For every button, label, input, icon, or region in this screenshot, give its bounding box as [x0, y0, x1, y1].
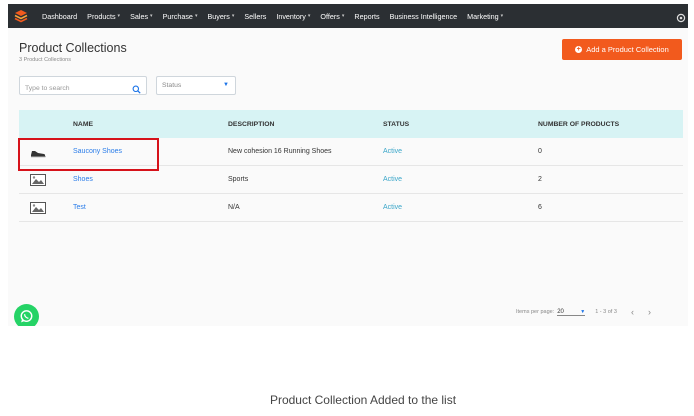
nav-item-label: Sellers	[244, 11, 267, 21]
table-row[interactable]: Test N/A Active 6	[19, 194, 683, 222]
nav-item-dashboard[interactable]: Dashboard	[42, 12, 77, 21]
row-thumbnail	[19, 201, 73, 214]
items-per-page-label: Items per page:	[516, 309, 555, 315]
nav-item-label: Reports	[354, 11, 380, 21]
status-filter-label: Status	[162, 82, 182, 89]
nav-menu: Dashboard Products ▾ Sales ▾ Purchase ▾ Buyers ▾…	[42, 12, 513, 21]
page-range: 1 - 3 of 3	[595, 309, 617, 315]
status-badge: Active	[383, 148, 403, 155]
top-navbar: Dashboard Products ▾ Sales ▾ Purchase ▾ Buyers ▾…	[8, 4, 688, 28]
chevron-down-icon: ▾	[194, 13, 198, 19]
nav-item-reports[interactable]: Reports	[354, 12, 379, 21]
nav-item-label: Business Intelligence	[389, 11, 458, 21]
highlight-box	[18, 138, 159, 171]
nav-item-label: Sales	[130, 11, 149, 21]
add-product-collection-button[interactable]: + Add a Product Collection	[562, 39, 682, 60]
product-count: 2	[538, 176, 542, 183]
chevron-down-icon: ▼	[223, 82, 229, 88]
product-count: 0	[538, 148, 542, 155]
nav-item-inventory[interactable]: Inventory ▾	[276, 12, 310, 21]
nav-item-label: Offers	[320, 11, 340, 21]
previous-page-icon[interactable]: ‹	[631, 307, 634, 317]
column-header-status[interactable]: STATUS	[383, 121, 538, 128]
settings-gear-icon[interactable]	[676, 10, 686, 23]
collection-description: New cohesion 16 Running Shoes	[228, 148, 332, 155]
row-thumbnail	[19, 173, 73, 186]
collection-name-link[interactable]: Test	[73, 204, 228, 211]
next-page-icon[interactable]: ›	[648, 307, 651, 317]
collection-name-link[interactable]: Shoes	[73, 176, 228, 183]
collection-description: Sports	[228, 176, 249, 183]
nav-item-label: Inventory	[276, 11, 306, 21]
search-icon[interactable]	[132, 81, 141, 94]
status-badge: Active	[383, 176, 403, 183]
nav-item-buyers[interactable]: Buyers ▾	[207, 12, 234, 21]
pagination: Items per page: 20 ▼ 1 - 3 of 3 ‹ ›	[516, 307, 651, 317]
status-badge: Active	[383, 204, 403, 211]
items-per-page-select[interactable]: 20 ▼	[557, 308, 586, 316]
collection-description: N/A	[228, 204, 240, 211]
chevron-down-icon: ▾	[117, 13, 121, 19]
items-per-page-value: 20	[557, 308, 564, 315]
nav-item-products[interactable]: Products ▾	[87, 12, 120, 21]
search-input[interactable]	[20, 80, 120, 97]
search-box	[19, 76, 147, 97]
table-header: NAME DESCRIPTION STATUS NUMBER OF PRODUC…	[19, 110, 683, 138]
nav-item-label: Purchase	[162, 11, 193, 21]
chevron-down-icon: ▾	[341, 13, 345, 19]
nav-item-sales[interactable]: Sales ▾	[130, 12, 153, 21]
collection-count: 3 Product Collections	[19, 57, 71, 63]
image-placeholder-icon	[30, 201, 46, 214]
nav-item-purchase[interactable]: Purchase ▾	[163, 12, 198, 21]
nav-item-label: Dashboard	[42, 11, 78, 21]
nav-item-label: Marketing	[467, 11, 499, 21]
chevron-down-icon: ▾	[500, 13, 504, 19]
chevron-down-icon: ▼	[580, 308, 586, 315]
column-header-description[interactable]: DESCRIPTION	[228, 121, 383, 128]
whatsapp-chat-icon[interactable]	[14, 304, 39, 326]
chevron-down-icon: ▾	[231, 13, 235, 19]
plus-icon: +	[575, 46, 583, 53]
nav-item-label: Buyers	[207, 11, 230, 21]
chevron-down-icon: ▾	[307, 13, 311, 19]
app-window: Dashboard Products ▾ Sales ▾ Purchase ▾ Buyers ▾…	[8, 4, 688, 326]
nav-item-business-intelligence[interactable]: Business Intelligence	[390, 12, 458, 21]
image-placeholder-icon	[30, 173, 46, 186]
column-header-name[interactable]: NAME	[73, 121, 228, 128]
nav-item-sellers[interactable]: Sellers	[244, 12, 266, 21]
nav-item-label: Products	[87, 11, 116, 21]
figure-caption: Product Collection Added to the list	[269, 393, 457, 407]
status-filter-select[interactable]: Status ▼	[156, 76, 236, 95]
column-header-number-of-products[interactable]: NUMBER OF PRODUCTS	[538, 121, 683, 128]
nav-item-marketing[interactable]: Marketing ▾	[467, 12, 503, 21]
brand-logo-icon[interactable]	[10, 4, 32, 28]
nav-item-offers[interactable]: Offers ▾	[320, 12, 344, 21]
page-title: Product Collections	[19, 41, 127, 55]
chevron-down-icon: ▾	[150, 13, 153, 19]
add-button-label: Add a Product Collection	[586, 45, 669, 54]
product-count: 6	[538, 204, 542, 211]
